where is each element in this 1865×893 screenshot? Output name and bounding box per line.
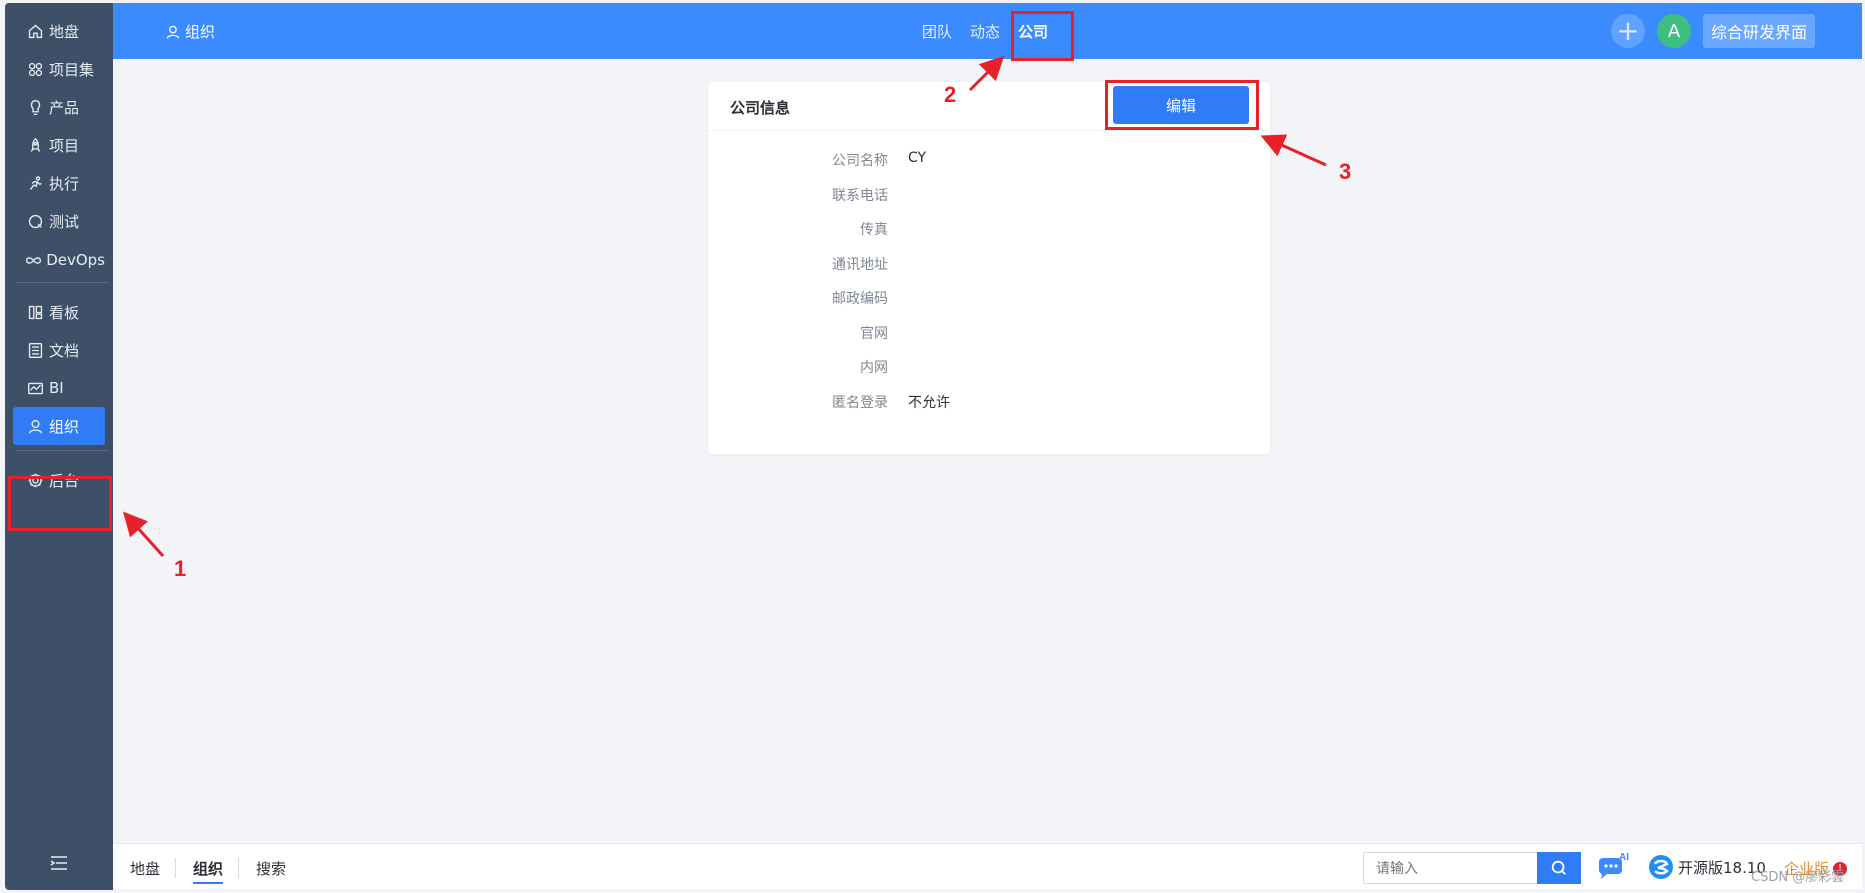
sidebar-divider [17,450,109,451]
test-icon [25,211,45,231]
version-info[interactable]: 开源版18.10 [1648,854,1766,880]
info-row-website: 官网 [708,323,1270,347]
header-tabs: 团队 动态 公司 [913,3,1057,59]
sidebar-item-label: 执行 [49,174,80,193]
sidebar-item-project[interactable]: 项目 [13,126,105,164]
footer-crumb-organization[interactable]: 组织 [193,858,224,884]
field-label: 公司名称 [832,153,888,169]
zentao-logo-icon [1649,855,1673,879]
field-label: 通讯地址 [832,257,888,273]
field-value: CY [908,150,927,166]
sidebar-item-organization[interactable]: 组织 [13,407,105,445]
footer-divider [238,858,239,878]
info-row-intranet: 内网 [708,357,1270,381]
sidebar-item-label: 测试 [49,212,80,231]
edit-button[interactable]: 编辑 [1113,86,1249,124]
sidebar-item-label: 后台 [49,471,80,490]
tab-team[interactable]: 团队 [913,21,961,42]
field-label: 联系电话 [832,188,888,204]
footer-bar: 地盘 组织 搜索 AI 开源版18.10 企业版 ! [113,843,1862,889]
sidebar-item-program[interactable]: 项目集 [13,50,105,88]
company-info-card: 公司信息 编辑 公司名称 CY 联系电话 传真 通讯地址 邮政编码 官网 内网 匿… [708,82,1270,454]
home-icon [25,21,45,41]
annotation-number: 2 [944,82,957,107]
sidebar: 地盘 项目集 产品 项目 执行 测试 DevOps 看板 文档 BI 组织 后台 [5,3,113,890]
sidebar-item-label: 组织 [49,417,80,436]
top-header: 组织 团队 动态 公司 + A 综合研发界面 [113,3,1862,59]
sidebar-item-label: 文档 [49,341,80,360]
project-switch-button[interactable]: 综合研发界面 [1703,14,1815,48]
search-icon [1551,860,1566,875]
grid-icon [25,59,45,79]
sidebar-item-label: BI [49,379,64,397]
search-input[interactable] [1363,852,1538,884]
gear-icon [25,470,45,490]
annotation-number: 1 [174,556,187,581]
avatar[interactable]: A [1657,14,1691,48]
sidebar-item-label: 看板 [49,303,80,322]
footer-crumb-search[interactable]: 搜索 [256,858,286,879]
collapse-menu-button[interactable] [49,854,71,872]
sidebar-item-execution[interactable]: 执行 [13,164,105,202]
footer-divider [175,858,176,878]
field-label: 邮政编码 [832,291,888,307]
tab-company[interactable]: 公司 [1009,21,1057,42]
info-row-zipcode: 邮政编码 [708,288,1270,312]
footer-crumb-dashboard[interactable]: 地盘 [130,858,160,879]
sidebar-item-admin[interactable]: 后台 [13,461,105,499]
kanban-icon [25,302,45,322]
watermark: CSDN @廖彩雲 [1751,870,1845,885]
doc-icon [25,340,45,360]
annotation-number: 3 [1339,159,1352,184]
sidebar-divider [17,282,109,283]
annotation-arrow-3 [1260,134,1327,167]
search-button[interactable] [1537,852,1581,884]
field-value: 不允许 [908,395,950,411]
bulb-icon [25,97,45,117]
info-row-fax: 传真 [708,219,1270,243]
annotation-arrow-1 [122,511,165,558]
sidebar-item-test[interactable]: 测试 [13,202,105,240]
info-row-address: 通讯地址 [708,254,1270,278]
ai-chat-button[interactable]: AI [1595,852,1631,882]
chart-icon [25,378,45,398]
header-section-title: 组织 [165,21,215,42]
run-icon [25,173,45,193]
sidebar-item-label: 产品 [49,98,80,117]
rocket-icon [25,135,45,155]
field-label: 匿名登录 [832,395,888,411]
info-row-company-name: 公司名称 CY [708,150,1270,174]
menu-collapse-icon [50,856,67,870]
sidebar-item-kanban[interactable]: 看板 [13,293,105,331]
card-header: 公司信息 编辑 [708,82,1270,131]
infinity-icon [25,250,42,270]
field-label: 传真 [860,222,888,238]
info-row-anonymous-login: 匿名登录 不允许 [708,392,1270,416]
ai-label: AI [1619,852,1629,863]
card-title: 公司信息 [730,99,791,117]
user-icon [166,25,180,39]
field-label: 内网 [860,360,888,376]
sidebar-item-product[interactable]: 产品 [13,88,105,126]
sidebar-item-devops[interactable]: DevOps [13,241,105,279]
sidebar-item-doc[interactable]: 文档 [13,331,105,369]
sidebar-item-bi[interactable]: BI [13,369,105,407]
tab-dynamic[interactable]: 动态 [961,21,1009,42]
user-icon [25,416,45,436]
sidebar-item-label: 项目集 [49,60,95,79]
ai-chat-icon: AI [1599,852,1629,879]
info-row-phone: 联系电话 [708,185,1270,209]
sidebar-item-dashboard[interactable]: 地盘 [13,12,105,50]
sidebar-item-label: DevOps [46,251,105,269]
field-label: 官网 [860,326,888,342]
sidebar-item-label: 地盘 [49,22,80,41]
create-plus-button[interactable]: + [1611,14,1645,48]
sidebar-item-label: 项目 [49,136,80,155]
app-window: 地盘 项目集 产品 项目 执行 测试 DevOps 看板 文档 BI 组织 后台… [0,0,1865,893]
